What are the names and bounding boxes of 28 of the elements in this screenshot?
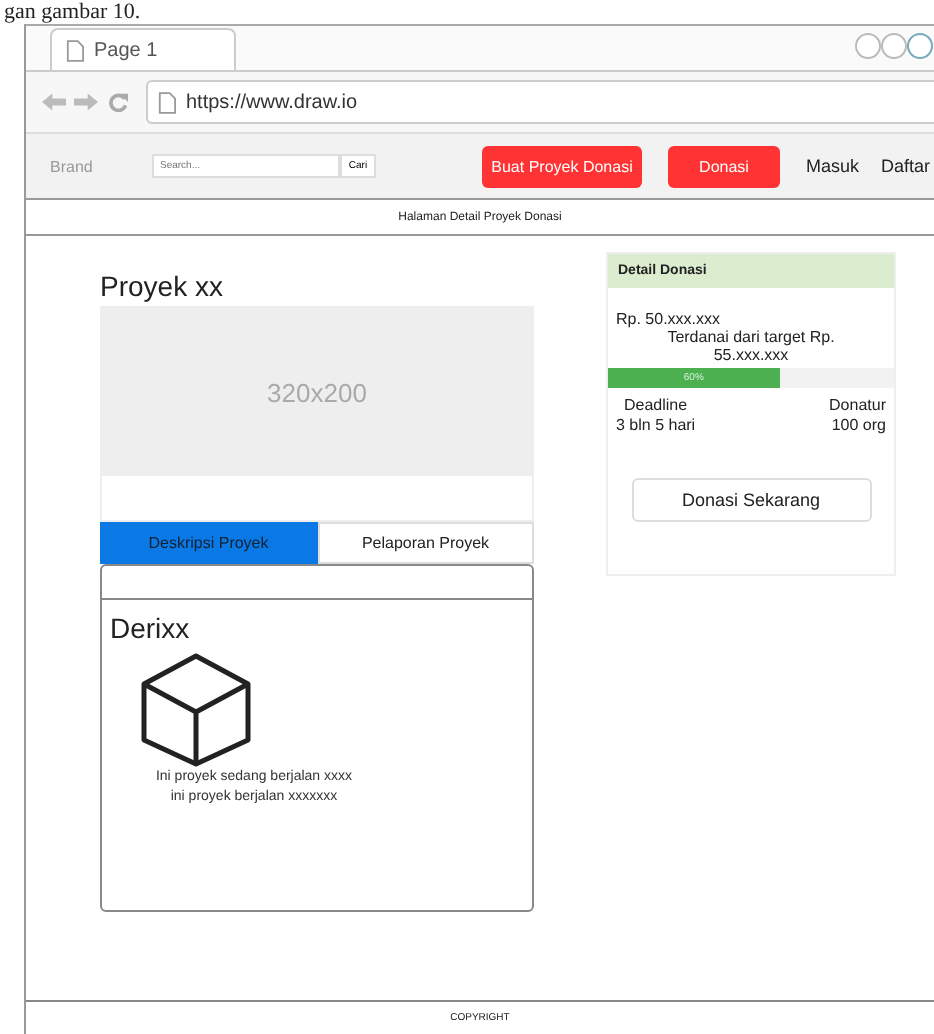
target-label: Terdanai dari target Rp.: [665, 328, 837, 346]
forward-icon[interactable]: [74, 92, 98, 112]
nav-button[interactable]: Buat Proyek Donasi: [482, 145, 642, 187]
nav-button[interactable]: Donasi: [668, 145, 780, 187]
page-icon: [158, 91, 176, 113]
cube-icon: [140, 652, 252, 768]
panel-title: Derixx: [110, 612, 192, 644]
stat-value: 3 bln 5 hari: [616, 416, 696, 436]
reload-icon[interactable]: [106, 92, 130, 112]
amount-text: Rp. 50.xxx.xxx: [614, 312, 723, 328]
document-text: gan gambar 10.: [2, 0, 141, 24]
project-title: Proyek xx: [100, 270, 225, 302]
page-icon: [66, 39, 84, 61]
nav-link[interactable]: Daftar: [881, 156, 931, 176]
project-tab[interactable]: Pelaporan Proyek: [317, 522, 534, 564]
back-icon[interactable]: [42, 92, 66, 112]
stat-label: Deadline: [622, 396, 690, 416]
target-amount: 55.xxx.xxx: [711, 346, 791, 364]
window-controls-icon[interactable]: [854, 32, 934, 60]
stat-value: 100 org: [829, 416, 886, 436]
nav-link[interactable]: Masuk: [806, 156, 860, 176]
url-text: https://www.draw.io: [186, 91, 358, 113]
donate-button[interactable]: Donasi Sekarang: [631, 478, 871, 522]
image-size-label: 320x200: [267, 377, 367, 407]
url-field[interactable]: https://www.draw.io: [146, 80, 934, 124]
stat-label: Donatur: [829, 396, 886, 416]
browser-tab[interactable]: Page 1: [50, 28, 236, 70]
project-tab[interactable]: Deskripsi Proyek: [100, 522, 317, 564]
